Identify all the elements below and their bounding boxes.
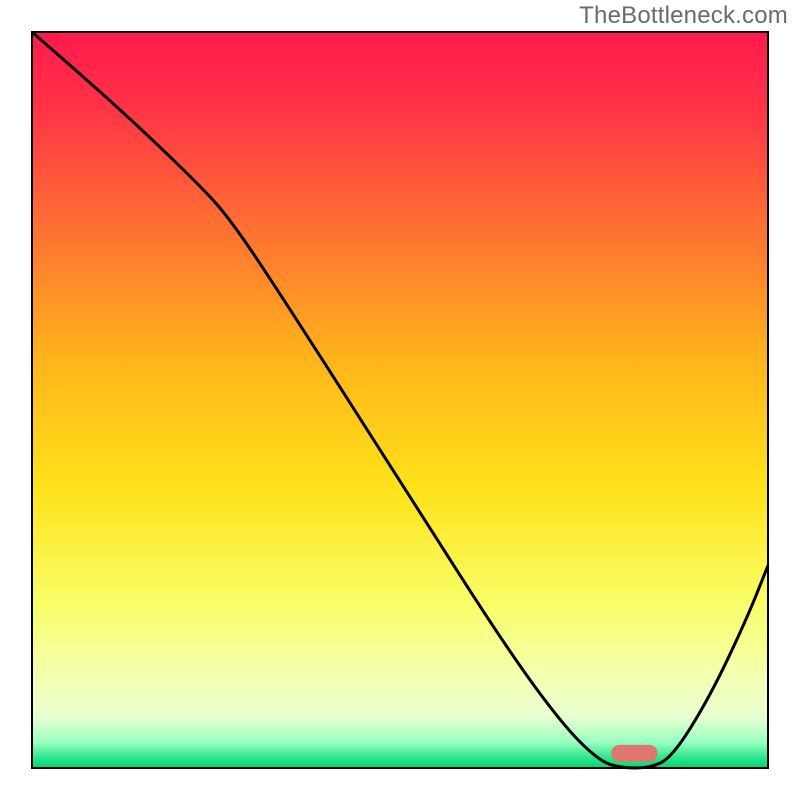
heat-gradient-rect (32, 32, 768, 768)
chart-stage: TheBottleneck.com (0, 0, 800, 800)
bottleneck-plot (0, 0, 800, 800)
optimal-indicator (611, 745, 657, 762)
